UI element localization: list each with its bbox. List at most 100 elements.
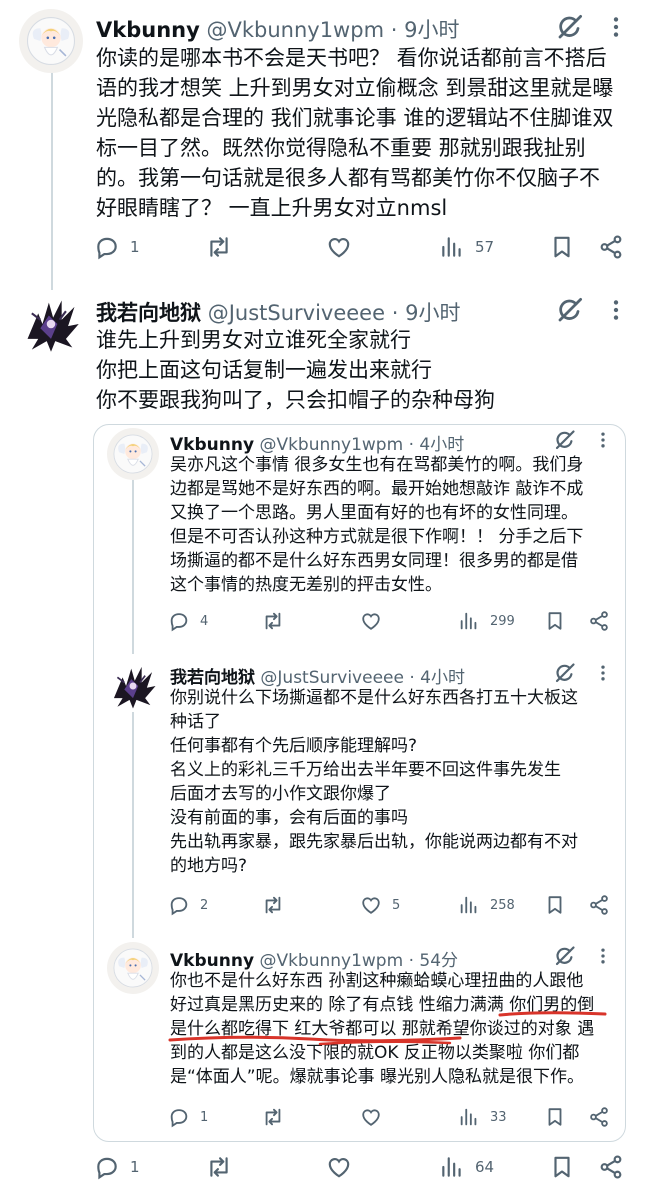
more-icon[interactable] [603, 297, 629, 327]
share-icon [598, 234, 624, 260]
like-icon [360, 894, 382, 916]
avatar[interactable] [19, 292, 83, 356]
share-button[interactable] [588, 1106, 610, 1128]
display-name[interactable]: 我若向地狱 [96, 301, 201, 325]
tweet-header: 我若向地狱 @JustSurviveeee · 4小时 [170, 663, 465, 688]
avatar-image [107, 942, 159, 994]
reply-icon [168, 610, 190, 632]
views-button[interactable]: 33 [458, 1106, 507, 1128]
bookmark-button[interactable] [544, 610, 566, 632]
reply-button[interactable]: 1 [168, 1106, 208, 1128]
share-button[interactable] [598, 234, 624, 260]
timestamp[interactable]: 4小时 [420, 668, 465, 688]
display-name[interactable]: 我若向地狱 [170, 668, 255, 688]
tweet-header: 我若向地狱 @JustSurviveeee · 9小时 [96, 297, 460, 327]
retweet-icon [262, 894, 284, 916]
tweet-actions: 4 299 [168, 608, 618, 634]
bookmark-icon [549, 1154, 575, 1180]
like-button[interactable] [326, 1154, 352, 1180]
retweet-icon [262, 610, 284, 632]
views-icon [439, 234, 465, 260]
bookmark-button[interactable] [544, 1106, 566, 1128]
timestamp[interactable]: 54分 [419, 951, 458, 971]
share-icon [588, 610, 610, 632]
bookmark-button[interactable] [549, 1154, 575, 1180]
like-icon [360, 610, 382, 632]
reply-button[interactable]: 1 [94, 234, 140, 260]
reply-button[interactable]: 2 [168, 894, 208, 916]
nested-thread-connector [132, 474, 134, 654]
views-button[interactable]: 258 [458, 894, 515, 916]
tweet-header: Vkbunny @Vkbunny1wpm · 54分 [170, 946, 458, 971]
reply-button[interactable]: 4 [168, 610, 208, 632]
bookmark-button[interactable] [544, 894, 566, 916]
avatar[interactable] [19, 9, 83, 73]
handle[interactable]: @Vkbunny1wpm [206, 18, 384, 42]
retweet-button[interactable] [262, 610, 284, 632]
tweet-text: 吴亦凡这个事情 很多女生也有在骂都美竹的啊。我们身 边都是骂她不是好东西的啊。最… [170, 455, 584, 595]
views-icon [458, 1106, 480, 1128]
like-button[interactable] [360, 1106, 382, 1128]
views-button[interactable]: 299 [458, 610, 515, 632]
grok-icon[interactable] [555, 12, 585, 46]
handle[interactable]: @Vkbunny1wpm [259, 951, 403, 971]
like-button[interactable] [326, 234, 352, 260]
more-icon[interactable] [593, 946, 613, 970]
reply-button[interactable]: 1 [94, 1154, 140, 1180]
share-button[interactable] [588, 610, 610, 632]
views-count: 57 [475, 238, 495, 256]
views-icon [458, 610, 480, 632]
bookmark-icon [544, 894, 566, 916]
display-name[interactable]: Vkbunny [170, 951, 254, 971]
avatar-image [107, 428, 159, 480]
handle[interactable]: @JustSurviveeee [208, 301, 385, 325]
share-icon [588, 1106, 610, 1128]
timestamp[interactable]: 9小时 [404, 18, 459, 42]
reply-count: 1 [130, 238, 140, 256]
avatar-image [19, 292, 83, 356]
like-icon [326, 1154, 352, 1180]
like-button[interactable]: 5 [360, 894, 400, 916]
reply-icon [94, 1154, 120, 1180]
grok-icon[interactable] [553, 944, 577, 972]
tweet-header: Vkbunny @Vkbunny1wpm · 4小时 [170, 430, 464, 455]
views-count: 299 [490, 613, 515, 629]
share-button[interactable] [588, 894, 610, 916]
more-icon[interactable] [603, 14, 629, 44]
retweet-button[interactable] [206, 1154, 232, 1180]
bookmark-button[interactable] [549, 234, 575, 260]
views-button[interactable]: 64 [439, 1154, 494, 1180]
grok-icon[interactable] [555, 295, 585, 329]
retweet-button[interactable] [262, 1106, 284, 1128]
display-name[interactable]: Vkbunny [170, 435, 254, 455]
timestamp[interactable]: 4小时 [419, 435, 464, 455]
bookmark-icon [544, 1106, 566, 1128]
retweet-button[interactable] [262, 894, 284, 916]
like-button[interactable] [360, 610, 382, 632]
like-icon [326, 234, 352, 260]
share-button[interactable] [598, 1154, 624, 1180]
timestamp[interactable]: 9小时 [405, 301, 460, 325]
tweet-header: Vkbunny @Vkbunny1wpm · 9小时 [96, 14, 459, 44]
red-underline-annotation [168, 1011, 607, 1046]
share-icon [588, 894, 610, 916]
display-name[interactable]: Vkbunny [96, 18, 200, 42]
tweet-actions: 1 57 [94, 232, 624, 262]
retweet-button[interactable] [206, 234, 232, 260]
grok-icon[interactable] [553, 661, 577, 689]
bookmark-icon [549, 234, 575, 260]
separator-dot: · [390, 18, 398, 42]
avatar[interactable] [107, 428, 159, 480]
avatar[interactable] [107, 942, 159, 994]
more-icon[interactable] [593, 430, 613, 454]
grok-icon[interactable] [553, 428, 577, 456]
separator-dot: · [391, 301, 399, 325]
avatar[interactable] [107, 660, 159, 712]
views-button[interactable]: 57 [439, 234, 494, 260]
thread-connector [51, 58, 53, 290]
more-icon[interactable] [593, 663, 613, 687]
handle[interactable]: @Vkbunny1wpm [259, 435, 403, 455]
avatar-image [107, 660, 159, 712]
retweet-icon [262, 1106, 284, 1128]
handle[interactable]: @JustSurviveeee [260, 668, 404, 688]
